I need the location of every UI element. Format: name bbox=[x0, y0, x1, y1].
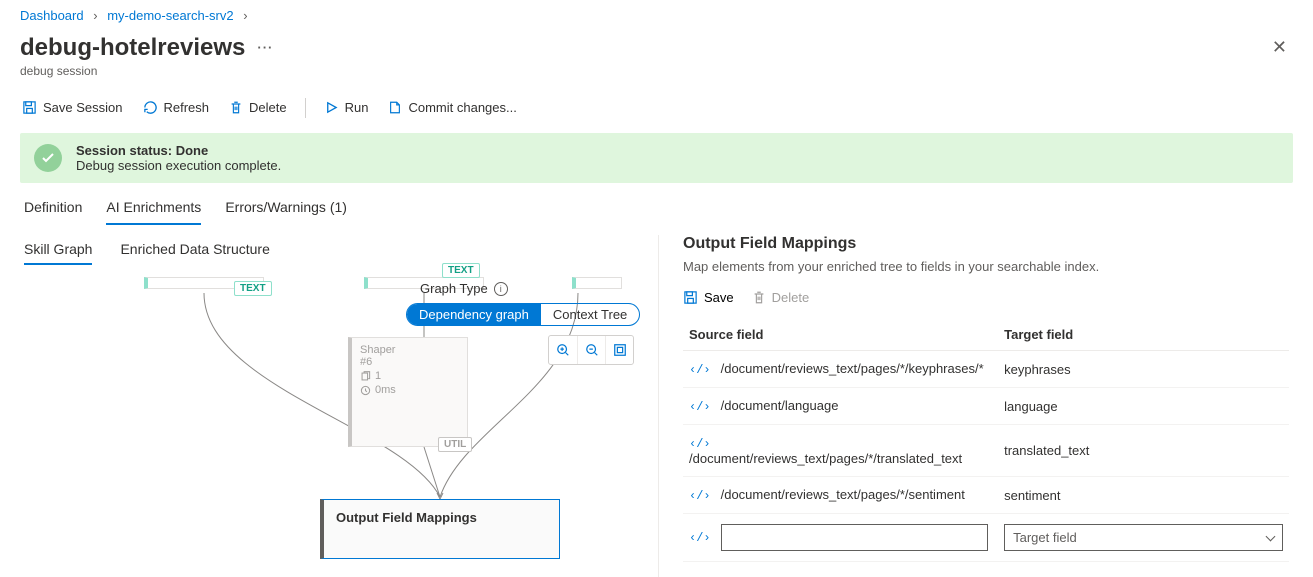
primary-tabs: Definition AI Enrichments Errors/Warning… bbox=[0, 191, 1313, 225]
col-source-header: Source field bbox=[683, 319, 998, 351]
text-badge-1: TEXT bbox=[234, 281, 272, 296]
status-subtitle: Debug session execution complete. bbox=[76, 158, 281, 173]
status-title: Session status: Done bbox=[76, 143, 208, 158]
page-subtitle: debug session bbox=[0, 64, 1313, 90]
close-icon[interactable]: ✕ bbox=[1266, 31, 1293, 64]
panel-save-button[interactable]: Save bbox=[683, 290, 734, 305]
output-node-label: Output Field Mappings bbox=[336, 510, 477, 525]
source-field: /document/reviews_text/pages/*/translate… bbox=[689, 451, 962, 466]
save-icon bbox=[22, 100, 37, 115]
save-session-label: Save Session bbox=[43, 100, 123, 115]
graph-type-toggle: Dependency graph Context Tree bbox=[406, 303, 640, 326]
target-field: translated_text bbox=[998, 425, 1289, 477]
breadcrumb-sep-1: › bbox=[93, 8, 97, 23]
breadcrumb: Dashboard › my-demo-search-srv2 › bbox=[0, 0, 1313, 27]
zoom-out-button[interactable] bbox=[577, 336, 605, 364]
subtab-skill-graph[interactable]: Skill Graph bbox=[24, 235, 92, 265]
commit-changes-button[interactable]: Commit changes... bbox=[386, 96, 518, 119]
code-icon: ‹/› bbox=[689, 489, 711, 503]
text-badge-2: TEXT bbox=[442, 263, 480, 278]
toolbar-divider bbox=[305, 98, 306, 118]
breadcrumb-service[interactable]: my-demo-search-srv2 bbox=[107, 8, 233, 23]
refresh-icon bbox=[143, 100, 158, 115]
source-field: /document/reviews_text/pages/*/keyphrase… bbox=[721, 361, 984, 376]
skill-graph-canvas[interactable]: TEXT TEXT Graph Type i Dependency graph … bbox=[24, 277, 654, 577]
shaper-node[interactable]: Shaper #6 1 0ms bbox=[348, 337, 468, 447]
secondary-tabs: Skill Graph Enriched Data Structure bbox=[24, 235, 654, 265]
mappings-table: Source field Target field ‹/›/document/r… bbox=[683, 319, 1289, 562]
refresh-label: Refresh bbox=[164, 100, 210, 115]
run-button[interactable]: Run bbox=[322, 96, 371, 119]
graph-node-3[interactable] bbox=[572, 277, 622, 289]
table-row[interactable]: ‹/› /document/reviews_text/pages/*/keyphr… bbox=[683, 351, 1289, 388]
code-icon: ‹/› bbox=[689, 400, 711, 414]
target-field-select[interactable]: Target field bbox=[1004, 524, 1283, 551]
tab-ai-enrichments[interactable]: AI Enrichments bbox=[106, 191, 201, 225]
status-bar: Session status: Done Debug session execu… bbox=[20, 133, 1293, 183]
commit-label: Commit changes... bbox=[408, 100, 516, 115]
output-field-mappings-node[interactable]: Output Field Mappings bbox=[320, 499, 560, 559]
commit-icon bbox=[388, 100, 402, 115]
shaper-count: 1 bbox=[375, 370, 381, 382]
util-badge: UTIL bbox=[438, 437, 472, 452]
zoom-in-button[interactable] bbox=[549, 336, 577, 364]
graph-type-label: Graph Type i bbox=[420, 281, 508, 296]
chevron-down-icon bbox=[1266, 531, 1276, 541]
panel-description: Map elements from your enriched tree to … bbox=[683, 259, 1289, 274]
breadcrumb-dashboard[interactable]: Dashboard bbox=[20, 8, 84, 23]
vertical-divider bbox=[658, 235, 659, 577]
zoom-fit-button[interactable] bbox=[605, 336, 633, 364]
shaper-number: #6 bbox=[360, 356, 459, 368]
code-icon: ‹/› bbox=[689, 363, 711, 377]
subtab-enriched-data[interactable]: Enriched Data Structure bbox=[120, 235, 269, 265]
delete-icon bbox=[229, 100, 243, 115]
tab-definition[interactable]: Definition bbox=[24, 191, 82, 225]
delete-label: Delete bbox=[249, 100, 287, 115]
target-field: language bbox=[998, 388, 1289, 425]
delete-icon bbox=[752, 290, 766, 305]
source-field: /document/language bbox=[721, 398, 839, 413]
success-check-icon bbox=[34, 144, 62, 172]
code-icon: ‹/› bbox=[689, 531, 711, 545]
save-icon bbox=[683, 290, 698, 305]
more-menu-icon[interactable]: ··· bbox=[257, 40, 273, 55]
table-row[interactable]: ‹/› /document/reviews_text/pages/*/sentim… bbox=[683, 477, 1289, 514]
info-icon[interactable]: i bbox=[494, 282, 508, 296]
delete-button[interactable]: Delete bbox=[227, 96, 289, 119]
pill-dependency-graph[interactable]: Dependency graph bbox=[407, 304, 541, 325]
source-field: /document/reviews_text/pages/*/sentiment bbox=[721, 487, 965, 502]
target-field-placeholder: Target field bbox=[1013, 530, 1077, 545]
shaper-time: 0ms bbox=[375, 384, 396, 396]
tab-errors[interactable]: Errors/Warnings (1) bbox=[225, 191, 347, 225]
panel-title: Output Field Mappings bbox=[683, 235, 1289, 253]
target-field: keyphrases bbox=[998, 351, 1289, 388]
breadcrumb-sep-2: › bbox=[243, 8, 247, 23]
table-row-new: ‹/› Target field bbox=[683, 514, 1289, 562]
run-label: Run bbox=[345, 100, 369, 115]
code-icon: ‹/› bbox=[689, 437, 711, 451]
panel-save-label: Save bbox=[704, 290, 734, 305]
page-title: debug-hotelreviews bbox=[20, 34, 245, 62]
refresh-button[interactable]: Refresh bbox=[141, 96, 212, 119]
target-field: sentiment bbox=[998, 477, 1289, 514]
clock-icon bbox=[360, 385, 371, 396]
source-field-input[interactable] bbox=[721, 524, 989, 551]
col-target-header: Target field bbox=[998, 319, 1289, 351]
run-icon bbox=[324, 100, 339, 115]
shaper-title: Shaper bbox=[360, 344, 459, 356]
command-bar: Save Session Refresh Delete Run Commit c… bbox=[0, 90, 1313, 133]
table-row[interactable]: ‹/› /document/language language bbox=[683, 388, 1289, 425]
save-session-button[interactable]: Save Session bbox=[20, 96, 125, 119]
copy-icon bbox=[360, 371, 371, 382]
table-row[interactable]: ‹/›/document/reviews_text/pages/*/transl… bbox=[683, 425, 1289, 477]
panel-delete-label: Delete bbox=[772, 290, 810, 305]
panel-delete-button: Delete bbox=[752, 290, 810, 305]
graph-zoom-tools bbox=[548, 335, 634, 365]
pill-context-tree[interactable]: Context Tree bbox=[541, 304, 639, 325]
